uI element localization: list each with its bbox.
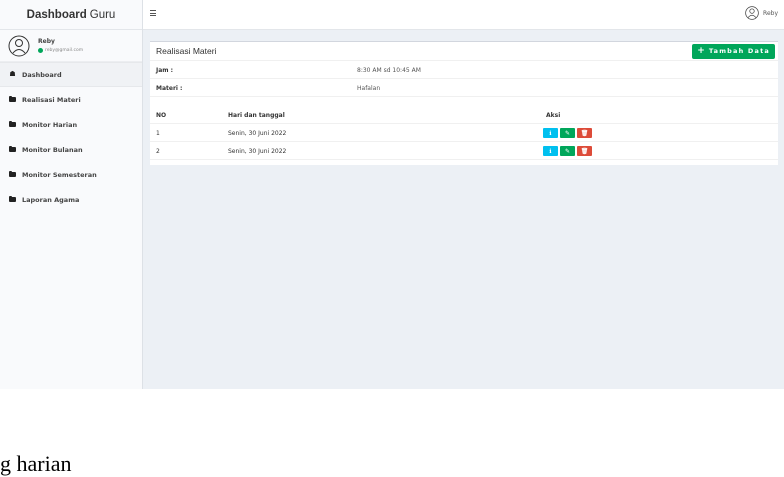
sidebar-item-realisasi-materi[interactable]: Realisasi Materi	[0, 87, 142, 112]
brand-light: Guru	[89, 8, 116, 21]
row-no: 2	[156, 148, 160, 155]
sidebar-item-label: Monitor Bulanan	[22, 145, 83, 154]
sidebar-item-label: Monitor Harian	[22, 120, 78, 129]
column-header-date: Hari dan tanggal	[228, 112, 285, 119]
jam-label: Jam :	[156, 67, 174, 74]
user-email: reby@gmail.com	[45, 48, 84, 53]
user-status: reby@gmail.com	[38, 48, 83, 53]
jam-value: 8:30 AM sd 10:45 AM	[357, 67, 421, 74]
add-data-button[interactable]: + Tambah Data	[692, 43, 775, 59]
trash-icon: 🗑	[580, 147, 589, 155]
panel-title: Realisasi Materi	[156, 46, 217, 56]
panel-header: Realisasi Materi + Tambah Data	[150, 42, 778, 61]
brand-logo[interactable]: Dashboard Guru	[0, 0, 142, 30]
user-panel: Reby reby@gmail.com	[0, 30, 142, 62]
info-icon: ℹ	[549, 147, 552, 155]
user-menu[interactable]: Reby	[745, 6, 778, 20]
row-no: 1	[156, 130, 160, 137]
row-date: Senin, 30 Juni 2022	[228, 148, 287, 155]
top-navbar: Reby	[143, 0, 784, 30]
column-header-no: NO	[156, 112, 167, 119]
sidebar-item-dashboard[interactable]: ☗ Dashboard	[0, 62, 142, 87]
materi-row: Materi : Hafalan	[150, 79, 778, 97]
row-date: Senin, 30 Juni 2022	[228, 130, 287, 137]
app-screen: Dashboard Guru Reby reby@gmail.com ☗ Das…	[0, 0, 784, 389]
jam-row: Jam : 8:30 AM sd 10:45 AM	[150, 61, 778, 79]
delete-button[interactable]: 🗑	[577, 146, 592, 156]
sidebar-item-label: Realisasi Materi	[22, 95, 81, 104]
topbar-user-name: Reby	[763, 9, 778, 17]
realisasi-materi-panel: Realisasi Materi + Tambah Data Jam : 8:3…	[150, 41, 778, 165]
row-actions: ℹ ✎ 🗑	[543, 146, 594, 156]
folder-icon	[9, 95, 16, 102]
column-header-actions: Aksi	[546, 112, 561, 119]
delete-button[interactable]: 🗑	[577, 128, 592, 138]
pencil-icon: ✎	[564, 129, 571, 137]
caption-text: g harian	[0, 451, 72, 476]
table-row: 2 Senin, 30 Juni 2022 ℹ ✎ 🗑	[150, 142, 778, 160]
edit-button[interactable]: ✎	[560, 128, 575, 138]
folder-icon	[9, 120, 16, 127]
menu-toggle-icon[interactable]	[150, 10, 156, 18]
sidebar: Dashboard Guru Reby reby@gmail.com ☗ Das…	[0, 0, 143, 389]
plus-icon: +	[697, 46, 705, 56]
edit-button[interactable]: ✎	[560, 146, 575, 156]
sidebar-item-label: Laporan Agama	[22, 195, 80, 204]
sidebar-item-label: Monitor Semesteran	[22, 170, 97, 179]
table-header: NO Hari dan tanggal Aksi	[150, 106, 778, 124]
user-avatar-icon	[745, 6, 759, 20]
row-actions: ℹ ✎ 🗑	[543, 128, 594, 138]
table-row: 1 Senin, 30 Juni 2022 ℹ ✎ 🗑	[150, 124, 778, 142]
folder-icon	[9, 170, 16, 177]
user-avatar-icon	[8, 35, 30, 56]
info-button[interactable]: ℹ	[543, 128, 558, 138]
pencil-icon: ✎	[564, 147, 571, 155]
user-name: Reby	[38, 38, 55, 45]
brand-bold: Dashboard	[26, 8, 87, 21]
dashboard-icon: ☗	[9, 70, 16, 78]
trash-icon: 🗑	[580, 129, 589, 137]
add-data-label: Tambah Data	[708, 47, 770, 55]
sidebar-item-laporan-agama[interactable]: Laporan Agama	[0, 187, 142, 212]
info-button[interactable]: ℹ	[543, 146, 558, 156]
folder-icon	[9, 195, 16, 202]
sidebar-item-monitor-harian[interactable]: Monitor Harian	[0, 112, 142, 137]
sidebar-item-monitor-bulanan[interactable]: Monitor Bulanan	[0, 137, 142, 162]
online-status-icon	[38, 48, 43, 53]
info-icon: ℹ	[549, 129, 552, 137]
folder-icon	[9, 145, 16, 152]
materi-label: Materi :	[156, 85, 183, 92]
sidebar-item-label: Dashboard	[22, 70, 62, 79]
sidebar-item-monitor-semesteran[interactable]: Monitor Semesteran	[0, 162, 142, 187]
materi-value: Hafalan	[357, 85, 381, 92]
